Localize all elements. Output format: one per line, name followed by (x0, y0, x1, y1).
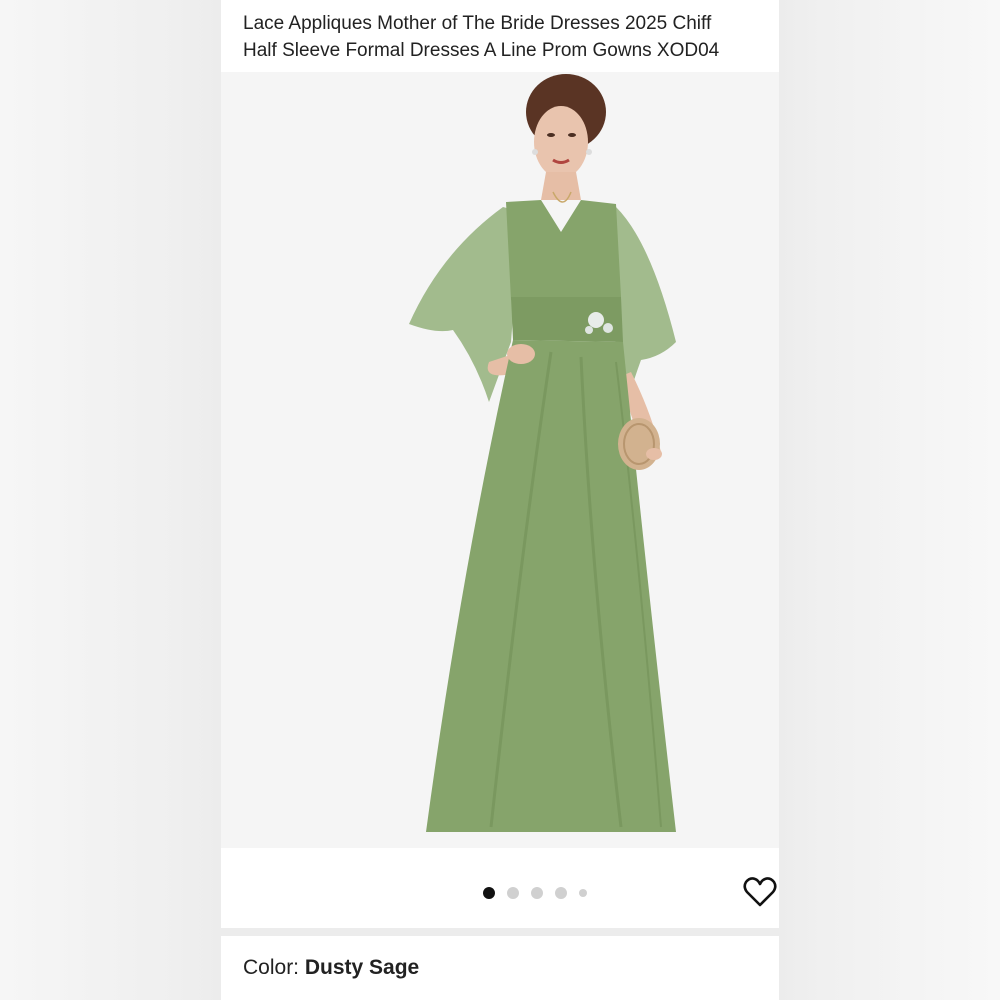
carousel-controls (221, 848, 779, 930)
product-title: Lace Appliques Mother of The Bride Dress… (243, 10, 779, 64)
color-value: Dusty Sage (304, 956, 420, 979)
product-image[interactable] (221, 72, 779, 848)
carousel-dots (483, 887, 587, 899)
color-selection: Color: Dusty Sage (243, 956, 419, 980)
model-face (534, 106, 588, 178)
product-title-line-2: Half Sleeve Formal Dresses A Line Prom G… (243, 40, 720, 61)
background-right-blur (779, 0, 1000, 1000)
section-divider (221, 928, 779, 936)
carousel-dot-3[interactable] (531, 887, 543, 899)
favorite-button[interactable] (743, 876, 777, 908)
background-left-blur (0, 0, 221, 1000)
product-title-line-1: Lace Appliques Mother of The Bride Dress… (243, 13, 712, 34)
carousel-dot-5[interactable] (579, 889, 587, 897)
dress-bodice (506, 200, 621, 300)
carousel-dot-2[interactable] (507, 887, 519, 899)
dress-waistband (511, 297, 623, 342)
color-label: Color: (243, 956, 305, 979)
carousel-dot-4[interactable] (555, 887, 567, 899)
heart-outline-icon (743, 877, 777, 907)
carousel-dot-1[interactable] (483, 887, 495, 899)
dress-model-photo (409, 74, 676, 832)
product-page: Lace Appliques Mother of The Bride Dress… (221, 0, 779, 1000)
